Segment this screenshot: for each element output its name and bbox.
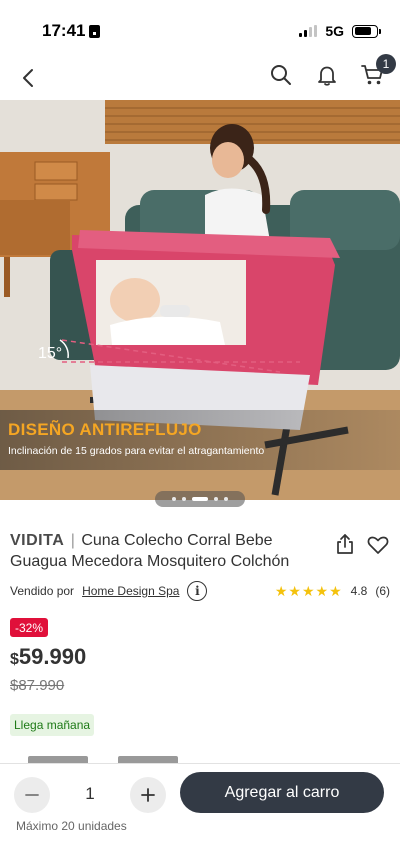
sim-card-icon	[89, 24, 101, 38]
max-units-note: Máximo 20 unidades	[16, 819, 127, 833]
original-price: $87.990	[10, 677, 65, 694]
rating[interactable]: ★★★★★ 4.8 (6)	[275, 583, 390, 600]
purchase-bar: 1 Agregar al carro Máximo 20 unidades	[0, 763, 400, 868]
brand-name[interactable]: VIDITA	[10, 532, 64, 549]
quantity-increase-button[interactable]	[130, 777, 166, 813]
quantity-value: 1	[85, 784, 95, 803]
network-label: 5G	[325, 23, 344, 39]
rating-count: (6)	[375, 584, 390, 598]
share-button[interactable]	[333, 532, 357, 556]
bell-icon	[318, 66, 336, 86]
carousel-dot-active[interactable]	[192, 497, 208, 501]
carousel-dot[interactable]	[214, 497, 218, 501]
minus-icon	[25, 794, 39, 796]
notifications-button[interactable]	[314, 62, 340, 88]
status-indicators: 5G	[299, 23, 381, 39]
status-bar: 17:41 5G	[0, 0, 400, 56]
carousel-dot[interactable]	[224, 497, 228, 501]
price-value: 59.990	[18, 644, 87, 669]
signal-icon	[299, 25, 318, 37]
cart-button[interactable]: 1	[360, 54, 396, 88]
rating-value: 4.8	[350, 584, 368, 598]
banner-subtitle: Inclinación de 15 grados para evitar el …	[8, 445, 265, 457]
price-currency: $	[10, 651, 19, 668]
seller-prefix: Vendido por	[10, 584, 75, 598]
battery-icon	[352, 24, 381, 38]
carousel-dot[interactable]	[172, 497, 176, 501]
product-title: VIDITA | Cuna Colecho Corral Bebe Guagua…	[10, 530, 320, 572]
status-time: 17:41	[42, 21, 101, 41]
share-icon	[337, 534, 353, 554]
plus-icon	[141, 788, 155, 802]
product-image-carousel[interactable]: 15° DISEÑO ANTIREFLUJO Inclinación de 15…	[0, 100, 400, 500]
add-to-cart-button[interactable]: Agregar al carro	[180, 772, 384, 813]
banner-title: DISEÑO ANTIREFLUJO	[8, 420, 202, 439]
back-button[interactable]	[14, 64, 42, 92]
search-icon	[271, 65, 291, 85]
rating-stars: ★★★★★	[274, 582, 343, 599]
info-icon[interactable]: i	[187, 581, 208, 601]
seller-row: Vendido por Home Design Spa i ★★★★★ 4.8 …	[10, 580, 390, 602]
seller-link[interactable]: Home Design Spa	[82, 584, 179, 598]
brand-separator: |	[70, 532, 75, 549]
discount-badge: -32%	[10, 618, 49, 637]
heart-icon	[367, 536, 389, 554]
chevron-left-icon	[23, 69, 33, 87]
delivery-badge: Llega mañana	[10, 714, 95, 736]
nav-bar: 1	[0, 54, 400, 100]
favorite-button[interactable]	[366, 533, 390, 557]
current-price: $59.990	[10, 644, 86, 670]
quantity-decrease-button[interactable]	[14, 777, 50, 813]
angle-label: 15°	[38, 345, 62, 362]
clock-text: 17:41	[42, 21, 86, 40]
carousel-indicator[interactable]	[155, 491, 245, 507]
carousel-dot[interactable]	[182, 497, 186, 501]
search-button[interactable]	[268, 62, 294, 88]
cart-count-badge: 1	[376, 54, 396, 74]
banner-background	[0, 410, 400, 470]
